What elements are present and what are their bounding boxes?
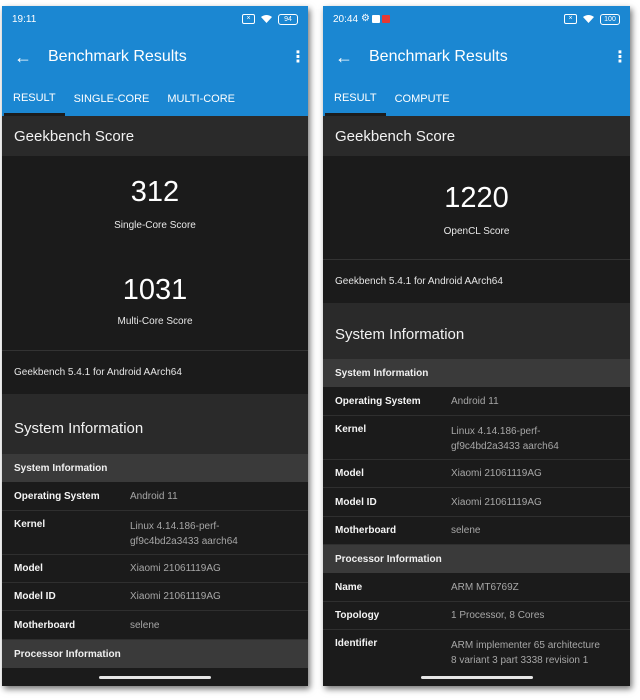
status-time: 20:44 bbox=[333, 13, 359, 25]
notification-icon bbox=[372, 15, 380, 23]
row-label: Kernel bbox=[335, 424, 367, 435]
row-label: Model ID bbox=[335, 496, 377, 508]
processor-information-subheader: Processor Information bbox=[2, 640, 308, 668]
row-label: Kernel bbox=[14, 519, 46, 530]
row-value: ARM MT6769Z bbox=[451, 581, 519, 593]
row-value-line-1: Linux 4.14.186-perf- bbox=[130, 521, 220, 532]
info-row-model-id: Model ID Xiaomi 21061119AG bbox=[323, 488, 630, 517]
info-row-model-id: Model ID Xiaomi 21061119AG bbox=[2, 583, 308, 611]
system-information-subheader: System Information bbox=[2, 454, 308, 482]
left-phone-screen: 19:11 × 94 ← Benchmark Results ⋮ RESULT … bbox=[2, 6, 308, 686]
wifi-icon bbox=[583, 15, 594, 23]
row-label: Operating System bbox=[335, 395, 421, 407]
info-row-motherboard: Motherboard selene bbox=[2, 611, 308, 640]
row-value: Linux 4.14.186-perf- gf9c4bd2a3433 aarch… bbox=[130, 519, 238, 549]
row-value-line-2: 8 variant 3 part 3338 revision 1 bbox=[451, 655, 589, 666]
row-value: selene bbox=[451, 525, 481, 536]
app-bar: ← Benchmark Results ⋮ bbox=[2, 32, 308, 82]
row-value: ARM implementer 65 architecture 8 varian… bbox=[451, 638, 600, 668]
info-row-operating-system: Operating System Android 11 bbox=[2, 482, 308, 511]
info-row-model: Model Xiaomi 21061119AG bbox=[2, 555, 308, 583]
row-label: Model bbox=[14, 563, 43, 574]
multi-core-score: 1031 bbox=[122, 274, 188, 306]
status-bar: 20:44 ⚙ × 100 bbox=[323, 6, 630, 32]
page-title: Benchmark Results bbox=[48, 48, 187, 65]
row-value: Android 11 bbox=[130, 490, 178, 502]
muted-icon: × bbox=[242, 14, 255, 24]
info-row-model: Model Xiaomi 21061119AG bbox=[323, 460, 630, 488]
row-value-line-1: Linux 4.14.186-perf- bbox=[451, 426, 541, 437]
row-value: Xiaomi 21061119AG bbox=[451, 496, 542, 508]
status-time: 19:11 bbox=[12, 13, 37, 25]
version-text: Geekbench 5.4.1 for Android AArch64 bbox=[335, 276, 503, 287]
settings-gear-icon: ⚙ bbox=[361, 13, 370, 24]
page-title: Benchmark Results bbox=[369, 48, 508, 65]
row-label: Motherboard bbox=[14, 619, 76, 631]
info-row-kernel: Kernel Linux 4.14.186-perf- gf9c4bd2a343… bbox=[2, 511, 308, 555]
row-label: Operating System bbox=[14, 490, 100, 502]
row-value-line-2: gf9c4bd2a3433 aarch64 bbox=[130, 536, 238, 547]
tab-bar: RESULT COMPUTE bbox=[323, 82, 630, 116]
single-core-label: Single-Core Score bbox=[114, 220, 196, 231]
tab-result[interactable]: RESULT bbox=[4, 90, 65, 116]
row-value: selene bbox=[130, 619, 160, 631]
overflow-menu-icon[interactable]: ⋮ bbox=[612, 47, 628, 67]
row-value: Android 11 bbox=[451, 395, 499, 407]
row-value-line-1: ARM implementer 65 architecture bbox=[451, 640, 600, 651]
info-row-kernel: Kernel Linux 4.14.186-perf- gf9c4bd2a343… bbox=[323, 416, 630, 460]
back-arrow-icon[interactable]: ← bbox=[335, 47, 357, 68]
tab-multi-core[interactable]: MULTI-CORE bbox=[158, 90, 244, 116]
battery-level: 100 bbox=[604, 15, 616, 23]
status-bar: 19:11 × 94 bbox=[2, 6, 308, 32]
row-value: Xiaomi 21061119AG bbox=[130, 563, 221, 574]
tab-single-core[interactable]: SINGLE-CORE bbox=[65, 90, 159, 116]
geekbench-score-heading: Geekbench Score bbox=[2, 116, 308, 156]
system-information-subheader: System Information bbox=[323, 359, 630, 387]
row-value: 1 Processor, 8 Cores bbox=[451, 610, 545, 621]
app-bar: ← Benchmark Results ⋮ bbox=[323, 32, 630, 82]
info-row-operating-system: Operating System Android 11 bbox=[323, 387, 630, 416]
tab-result[interactable]: RESULT bbox=[325, 90, 386, 116]
info-row-identifier: Identifier ARM implementer 65 architectu… bbox=[323, 630, 630, 674]
battery-icon: 100 bbox=[600, 13, 620, 25]
home-indicator[interactable] bbox=[420, 676, 533, 679]
system-information-heading: System Information bbox=[2, 398, 308, 454]
row-label: Motherboard bbox=[335, 525, 397, 536]
version-text: Geekbench 5.4.1 for Android AArch64 bbox=[14, 367, 182, 378]
multi-core-label: Multi-Core Score bbox=[117, 316, 193, 327]
battery-icon: 94 bbox=[278, 13, 298, 25]
back-arrow-icon[interactable]: ← bbox=[14, 47, 36, 68]
row-value: Xiaomi 21061119AG bbox=[130, 591, 221, 602]
info-row-topology: Topology 1 Processor, 8 Cores bbox=[323, 602, 630, 630]
geekbench-score-heading: Geekbench Score bbox=[323, 116, 630, 156]
processor-information-subheader: Processor Information bbox=[323, 545, 630, 573]
wifi-icon bbox=[261, 15, 272, 23]
info-row-motherboard: Motherboard selene bbox=[323, 517, 630, 545]
system-information-heading: System Information bbox=[323, 307, 630, 359]
opencl-score: 1220 bbox=[444, 182, 509, 214]
youtube-icon bbox=[382, 15, 390, 23]
row-value: Linux 4.14.186-perf- gf9c4bd2a3433 aarch… bbox=[451, 424, 559, 454]
row-label: Model ID bbox=[14, 591, 56, 602]
single-core-score: 312 bbox=[130, 176, 180, 208]
info-row-name: Name ARM MT6769Z bbox=[323, 573, 630, 602]
row-label: Model bbox=[335, 468, 364, 479]
home-indicator[interactable] bbox=[99, 676, 211, 679]
row-value: Xiaomi 21061119AG bbox=[451, 468, 542, 479]
row-label: Name bbox=[335, 581, 363, 593]
right-phone-screen: 20:44 ⚙ × 100 ← Benchmark Results ⋮ RESU… bbox=[323, 6, 630, 686]
opencl-score-label: OpenCL Score bbox=[443, 226, 510, 237]
battery-level: 94 bbox=[284, 15, 292, 23]
row-value-line-2: gf9c4bd2a3433 aarch64 bbox=[451, 441, 559, 452]
overflow-menu-icon[interactable]: ⋮ bbox=[290, 47, 306, 67]
tab-bar: RESULT SINGLE-CORE MULTI-CORE bbox=[2, 82, 308, 116]
row-label: Topology bbox=[335, 610, 380, 621]
scores-panel: 1220 OpenCL Score bbox=[323, 156, 630, 259]
row-label: Identifier bbox=[335, 638, 378, 649]
scores-panel: 312 Single-Core Score 1031 Multi-Core Sc… bbox=[2, 156, 308, 350]
tab-compute[interactable]: COMPUTE bbox=[386, 90, 459, 116]
muted-icon: × bbox=[564, 14, 577, 24]
